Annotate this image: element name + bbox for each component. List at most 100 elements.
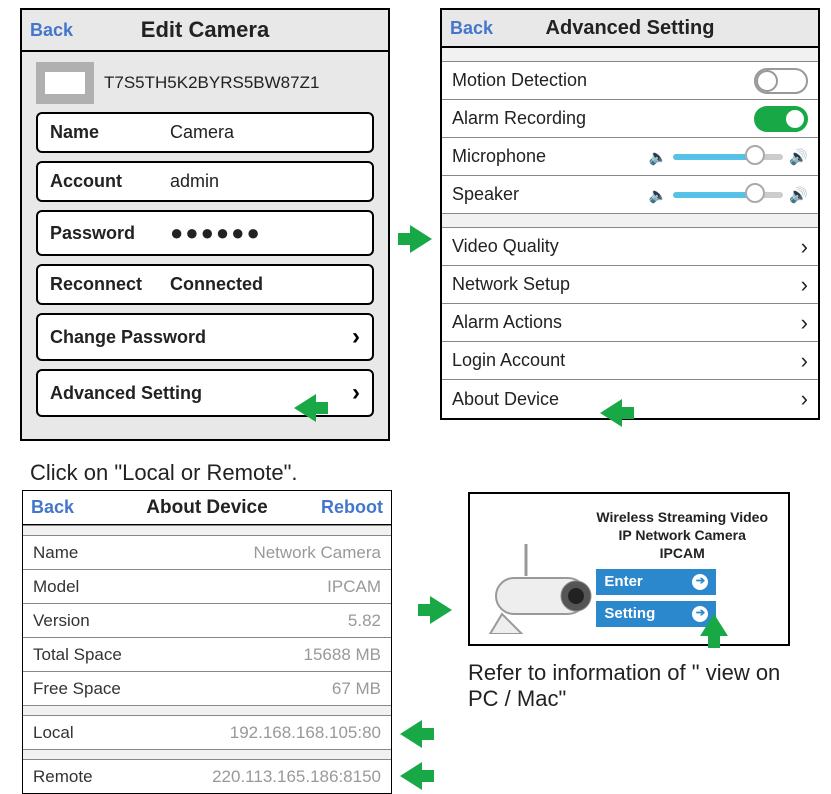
advanced-setting-label: Advanced Setting <box>50 383 202 404</box>
arrow-left-icon <box>400 720 422 748</box>
about-name-label: Name <box>33 543 78 563</box>
speaker-slider[interactable] <box>673 192 783 198</box>
arrow-left-icon <box>600 399 622 427</box>
spacer <box>23 525 391 535</box>
account-label: Account <box>50 171 170 192</box>
back-button[interactable]: Back <box>31 497 74 518</box>
reboot-button[interactable]: Reboot <box>321 497 383 518</box>
about-freespace-value: 67 MB <box>332 679 381 699</box>
password-field[interactable]: Password ●●●●●● <box>36 210 374 256</box>
about-remote-label: Remote <box>33 767 93 787</box>
speaker-slider-wrap: 🔈 🔊 <box>649 186 808 204</box>
about-remote-value: 220.113.165.186:8150 <box>212 767 381 787</box>
account-value: admin <box>170 171 219 192</box>
name-field[interactable]: Name Camera <box>36 112 374 153</box>
about-version-label: Version <box>33 611 90 631</box>
speaker-row: Speaker 🔈 🔊 <box>442 176 818 214</box>
about-device-label: About Device <box>452 389 559 410</box>
instruction-text-2: Refer to information of " view on PC / M… <box>468 660 804 712</box>
video-quality-row[interactable]: Video Quality › <box>442 228 818 266</box>
about-version-row: Version 5.82 <box>23 603 391 637</box>
change-password-label: Change Password <box>50 327 206 348</box>
panel3-header: Back About Device Reboot <box>23 491 391 525</box>
microphone-label: Microphone <box>452 146 546 167</box>
about-model-row: Model IPCAM <box>23 569 391 603</box>
about-remote-row[interactable]: Remote 220.113.165.186:8150 <box>23 759 391 793</box>
back-button[interactable]: Back <box>450 18 493 39</box>
panel1-body: T7S5TH5K2BYRS5BW87Z1 Name Camera Account… <box>22 52 388 439</box>
alarm-recording-row: Alarm Recording <box>442 100 818 138</box>
about-name-row: NameNetwork Camera <box>23 535 391 569</box>
web-interface-panel: Wireless Streaming Video IP Network Came… <box>468 492 790 646</box>
password-mask: ●●●●●● <box>170 220 262 246</box>
arrow-circle-icon: ➔ <box>692 574 708 590</box>
about-version-value: 5.82 <box>348 611 381 631</box>
web-line1: Wireless Streaming Video <box>596 508 768 526</box>
account-field[interactable]: Account admin <box>36 161 374 202</box>
about-totalspace-value: 15688 MB <box>304 645 382 665</box>
web-title-block: Wireless Streaming Video IP Network Came… <box>596 508 768 627</box>
motion-detection-row: Motion Detection <box>442 62 818 100</box>
advanced-setting-panel: Back Advanced Setting Motion Detection A… <box>440 8 820 420</box>
setting-button[interactable]: Setting➔ <box>596 601 716 627</box>
volume-high-icon: 🔊 <box>789 148 808 166</box>
video-quality-label: Video Quality <box>452 236 559 257</box>
microphone-row: Microphone 🔈 🔊 <box>442 138 818 176</box>
password-label: Password <box>50 223 170 244</box>
device-id-row: T7S5TH5K2BYRS5BW87Z1 <box>36 62 374 104</box>
alarm-recording-label: Alarm Recording <box>452 108 586 129</box>
alarm-recording-toggle[interactable] <box>754 106 808 132</box>
name-value: Camera <box>170 122 234 143</box>
arrow-right-icon <box>430 596 452 624</box>
motion-detection-toggle[interactable] <box>754 68 808 94</box>
about-totalspace-row: Total Space15688 MB <box>23 637 391 671</box>
microphone-slider-wrap: 🔈 🔊 <box>649 148 808 166</box>
change-password-row[interactable]: Change Password › <box>36 313 374 361</box>
film-icon <box>36 62 94 104</box>
reconnect-status: Connected <box>170 274 263 295</box>
about-model-label: Model <box>33 577 79 597</box>
enter-button[interactable]: Enter ➔ <box>596 569 716 595</box>
chevron-right-icon: › <box>352 379 360 407</box>
about-freespace-label: Free Space <box>33 679 121 699</box>
login-account-label: Login Account <box>452 350 565 371</box>
chevron-right-icon: › <box>801 310 808 336</box>
arrow-up-icon <box>700 614 728 636</box>
panel2-title: Advanced Setting <box>442 17 818 40</box>
about-model-value: IPCAM <box>327 577 381 597</box>
panel1-title: Edit Camera <box>22 17 388 43</box>
motion-detection-label: Motion Detection <box>452 70 587 91</box>
chevron-right-icon: › <box>801 348 808 374</box>
panel1-header: Back Edit Camera <box>22 10 388 52</box>
arrow-left-icon <box>294 394 316 422</box>
spacer <box>442 48 818 62</box>
about-local-row[interactable]: Local192.168.168.105:80 <box>23 715 391 749</box>
microphone-slider[interactable] <box>673 154 783 160</box>
about-freespace-row: Free Space 67 MB <box>23 671 391 705</box>
speaker-label: Speaker <box>452 184 519 205</box>
alarm-actions-row[interactable]: Alarm Actions › <box>442 304 818 342</box>
spacer <box>23 749 391 759</box>
network-setup-row[interactable]: Network Setup › <box>442 266 818 304</box>
network-setup-label: Network Setup <box>452 274 570 295</box>
about-local-label: Local <box>33 723 74 743</box>
arrow-left-icon <box>400 762 422 790</box>
device-serial: T7S5TH5K2BYRS5BW87Z1 <box>104 73 319 93</box>
setting-label: Setting <box>604 604 655 624</box>
reconnect-field[interactable]: Reconnect Connected <box>36 264 374 305</box>
chevron-right-icon: › <box>801 234 808 260</box>
arrow-right-icon <box>410 225 432 253</box>
volume-high-icon: 🔊 <box>789 186 808 204</box>
enter-label: Enter <box>604 572 642 592</box>
volume-low-icon: 🔈 <box>649 148 668 166</box>
spacer <box>442 214 818 228</box>
name-label: Name <box>50 122 170 143</box>
panel2-header: Back Advanced Setting <box>442 10 818 48</box>
back-button[interactable]: Back <box>30 20 73 41</box>
login-account-row[interactable]: Login Account › <box>442 342 818 380</box>
edit-camera-panel: Back Edit Camera T7S5TH5K2BYRS5BW87Z1 Na… <box>20 8 390 441</box>
about-device-panel: Back About Device Reboot NameNetwork Cam… <box>22 490 392 794</box>
instruction-text: Click on "Local or Remote". <box>30 460 298 486</box>
volume-low-icon: 🔈 <box>649 186 668 204</box>
web-model: IPCAM <box>596 544 768 562</box>
